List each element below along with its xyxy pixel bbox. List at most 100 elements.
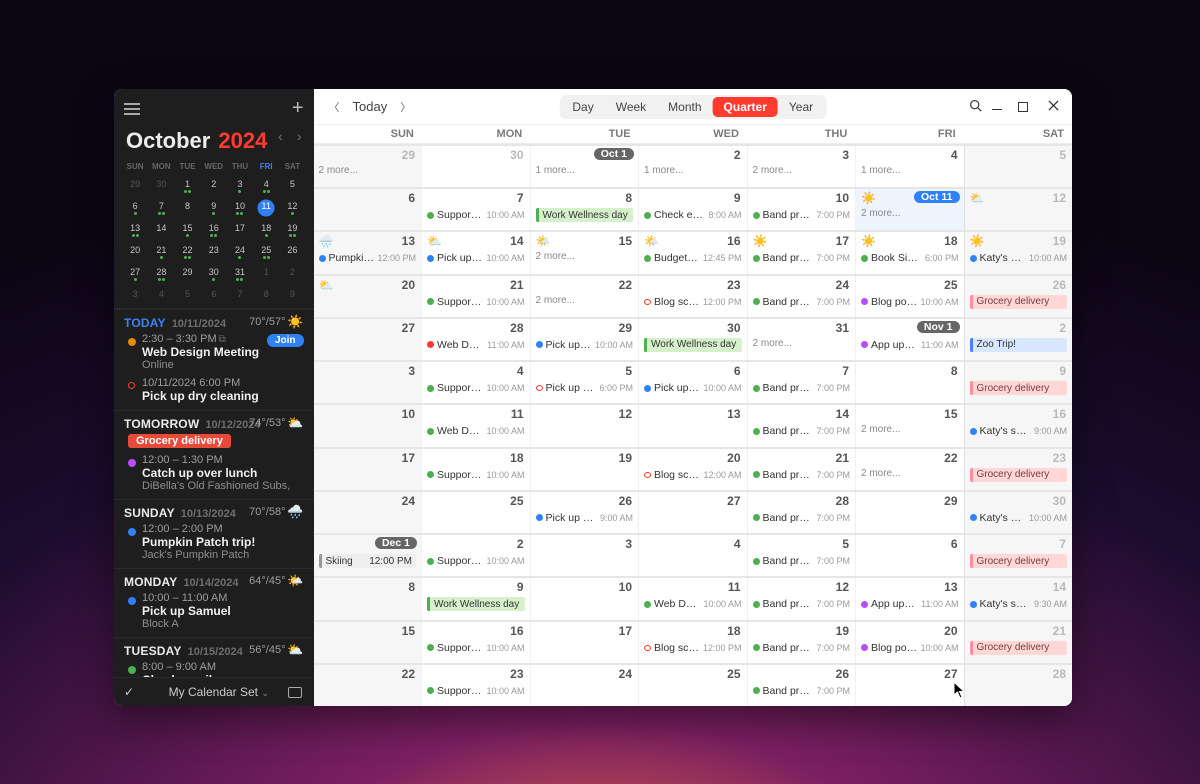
mini-day[interactable]: 3 bbox=[227, 175, 253, 197]
grid-cell[interactable]: 23Blog screen...12:00 PM bbox=[638, 276, 747, 317]
grid-cell[interactable]: ☀️17Band practi...7:00 PM bbox=[747, 232, 856, 273]
mini-day[interactable]: 8 bbox=[253, 285, 279, 304]
grid-event[interactable]: Support t...10:00 AM bbox=[427, 381, 525, 395]
grid-cell[interactable]: 13 bbox=[638, 405, 747, 446]
grid-event[interactable]: Katy's socc...10:00 AM bbox=[970, 251, 1068, 265]
mini-day[interactable]: 18 bbox=[253, 219, 279, 241]
view-quarter[interactable]: Quarter bbox=[713, 97, 778, 117]
grid-event[interactable]: Support t...10:00 AM bbox=[427, 468, 525, 482]
grid-cell[interactable]: 8Work Wellness day bbox=[530, 189, 639, 230]
grid-event[interactable]: Check email8:00 AM bbox=[644, 208, 742, 222]
grid-cell[interactable]: 7Support t...10:00 AM bbox=[421, 189, 530, 230]
grid-cell[interactable]: 20Blog scree...12:00 AM bbox=[638, 449, 747, 490]
grid-cell[interactable]: 5 bbox=[964, 146, 1073, 187]
grid-cell[interactable]: 30Katy's socc...10:00 AM bbox=[964, 492, 1073, 533]
grid-cell[interactable]: 11Web Desi...10:00 AM bbox=[638, 578, 747, 619]
mini-prev-icon[interactable]: ‹ bbox=[278, 128, 283, 144]
more-link[interactable]: 2 more... bbox=[536, 295, 634, 306]
mini-day[interactable]: 14 bbox=[148, 219, 174, 241]
grid-cell[interactable]: Nov 1App updat...11:00 AM bbox=[855, 319, 964, 360]
mini-day[interactable]: 12 bbox=[279, 197, 305, 219]
allday-event[interactable]: Grocery delivery bbox=[970, 295, 1068, 309]
grid-cell[interactable]: 24 bbox=[530, 665, 639, 706]
mini-day[interactable]: 9 bbox=[279, 285, 305, 304]
grid-cell[interactable]: 27 bbox=[638, 492, 747, 533]
grid-cell[interactable]: 10 bbox=[314, 405, 422, 446]
view-month[interactable]: Month bbox=[657, 97, 712, 117]
allday-event[interactable]: Zoo Trip! bbox=[970, 338, 1068, 352]
more-link[interactable]: 1 more... bbox=[644, 165, 742, 176]
grid-event[interactable]: Web Desi...11:00 AM bbox=[427, 338, 525, 352]
grid-event[interactable]: Web Desi...10:00 AM bbox=[427, 424, 525, 438]
grid-cell[interactable]: 6 bbox=[855, 535, 964, 576]
grid-cell[interactable]: 6 bbox=[314, 189, 422, 230]
grid-event[interactable]: Band practi...7:00 PM bbox=[753, 424, 851, 438]
allday-event[interactable]: Work Wellness day bbox=[536, 208, 634, 222]
more-link[interactable]: 2 more... bbox=[753, 165, 851, 176]
grid-cell[interactable]: 18Support t...10:00 AM bbox=[421, 449, 530, 490]
allday-event[interactable]: Grocery delivery bbox=[970, 641, 1068, 655]
grid-event[interactable]: Support t...10:00 AM bbox=[427, 295, 525, 309]
mini-day[interactable]: 20 bbox=[122, 241, 148, 263]
mini-day[interactable]: 5 bbox=[174, 285, 200, 304]
mini-day[interactable]: 5 bbox=[279, 175, 305, 197]
grid-cell[interactable]: 4Support t...10:00 AM bbox=[421, 362, 530, 403]
grid-cell[interactable]: 30Work Wellness day bbox=[638, 319, 747, 360]
grid-cell[interactable]: 9Work Wellness day bbox=[421, 578, 530, 619]
grid-cell[interactable]: 14Band practi...7:00 PM bbox=[747, 405, 856, 446]
more-link[interactable]: 2 more... bbox=[536, 251, 634, 262]
grid-cell[interactable]: 7Band practi...7:00 PM bbox=[747, 362, 856, 403]
grid-event[interactable]: Support t...10:00 AM bbox=[427, 684, 525, 698]
grid-cell[interactable]: 26Band practi...7:00 PM bbox=[747, 665, 856, 706]
grid-cell[interactable]: 25 bbox=[638, 665, 747, 706]
mini-day[interactable]: 1 bbox=[174, 175, 200, 197]
view-year[interactable]: Year bbox=[778, 97, 824, 117]
mini-day[interactable]: 15 bbox=[174, 219, 200, 241]
mini-day[interactable]: 9 bbox=[201, 197, 227, 219]
more-link[interactable]: 1 more... bbox=[536, 165, 634, 176]
mini-day[interactable]: 26 bbox=[279, 241, 305, 263]
more-link[interactable]: 2 more... bbox=[861, 208, 959, 219]
grid-cell[interactable]: 21Band practi...7:00 PM bbox=[747, 449, 856, 490]
calendar-set-bar[interactable]: ✓ My Calendar Set ⌄ bbox=[114, 677, 314, 706]
grid-cell[interactable]: 3 bbox=[314, 362, 422, 403]
agenda-list[interactable]: TODAY10/11/202470°/57°☀️Join2:30 – 3:30 … bbox=[114, 308, 314, 677]
grid-cell[interactable]: 25 bbox=[421, 492, 530, 533]
mini-day[interactable]: 30 bbox=[148, 175, 174, 197]
grid-event[interactable]: Web Desi...10:00 AM bbox=[644, 597, 742, 611]
grid-cell[interactable]: ⛅12 bbox=[964, 189, 1073, 230]
close-button[interactable] bbox=[1044, 99, 1062, 114]
grid-cell[interactable]: 12Band practi...7:00 PM bbox=[747, 578, 856, 619]
grid-event[interactable]: Budget m...12:45 PM bbox=[644, 251, 742, 265]
panels-icon[interactable] bbox=[288, 687, 302, 698]
grid-cell[interactable]: 13App updat...11:00 AM bbox=[855, 578, 964, 619]
agenda-event[interactable]: 8:00 – 9:00 AMCheck email bbox=[124, 658, 304, 677]
mini-day[interactable]: 8 bbox=[174, 197, 200, 219]
minimize-button[interactable] bbox=[992, 103, 1010, 110]
grid-event[interactable]: Katy's socc...10:00 AM bbox=[970, 511, 1068, 525]
mini-day[interactable]: 7 bbox=[227, 285, 253, 304]
grid-cell[interactable]: 41 more... bbox=[855, 146, 964, 187]
grid-event[interactable]: Blog screen...12:00 PM bbox=[644, 295, 742, 309]
grid-cell[interactable]: 🌤️152 more... bbox=[530, 232, 639, 273]
grid-event[interactable]: Blog scree...12:00 AM bbox=[644, 468, 742, 482]
grid-cell[interactable]: 28Band practi...7:00 PM bbox=[747, 492, 856, 533]
agenda-event[interactable]: 2:30 – 3:30 PM⧉Web Design MeetingOnline bbox=[124, 330, 304, 374]
grid-cell[interactable]: 23Support t...10:00 AM bbox=[421, 665, 530, 706]
agenda-event[interactable]: 10/11/2024 6:00 PMPick up dry cleaning bbox=[124, 374, 304, 406]
grid-cell[interactable]: 🌧️13Pumpkin P...12:00 PM bbox=[314, 232, 422, 273]
grid-event[interactable]: Band practi...7:00 PM bbox=[753, 381, 851, 395]
mini-day[interactable]: 25 bbox=[253, 241, 279, 263]
grid-cell[interactable]: 23Grocery delivery bbox=[964, 449, 1073, 490]
grid-cell[interactable]: 32 more... bbox=[747, 146, 856, 187]
view-week[interactable]: Week bbox=[605, 97, 657, 117]
mini-day[interactable]: 10 bbox=[227, 197, 253, 219]
grid-cell[interactable]: 16Katy's socc...9:00 AM bbox=[964, 405, 1073, 446]
grid-event[interactable]: Blog post...10:00 AM bbox=[861, 641, 959, 655]
allday-event[interactable]: Grocery delivery bbox=[970, 381, 1068, 395]
mini-day[interactable]: 29 bbox=[122, 175, 148, 197]
grid-event[interactable]: Blog post...10:00 AM bbox=[861, 295, 959, 309]
grid-event[interactable]: Band practi...7:00 PM bbox=[753, 641, 851, 655]
grid-cell[interactable]: 8 bbox=[314, 578, 422, 619]
grid-event[interactable]: Book Signi...6:00 PM bbox=[861, 251, 959, 265]
